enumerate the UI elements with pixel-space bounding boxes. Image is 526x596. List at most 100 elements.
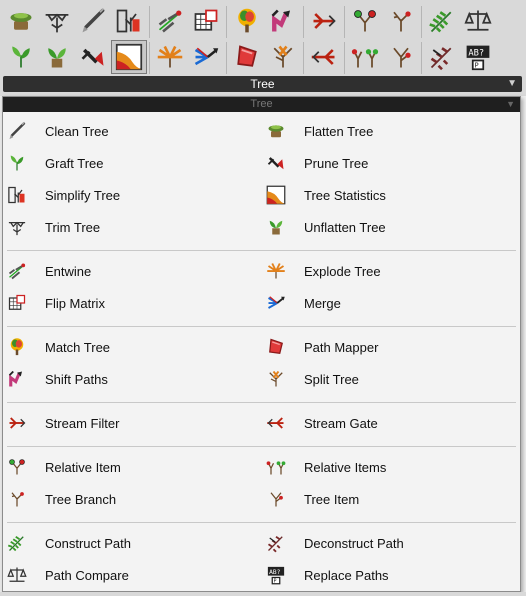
menu-item-tree-statistics[interactable]: Tree Statistics bbox=[266, 182, 516, 208]
toolbar-separator bbox=[226, 42, 227, 74]
menu-item-split-tree[interactable]: Split Tree bbox=[266, 366, 516, 392]
menu-item-label: Split Tree bbox=[304, 371, 359, 387]
menu-item-label: Path Compare bbox=[45, 567, 129, 583]
dropdown-header: Tree ▼ bbox=[3, 97, 520, 112]
path-compare-toolbar-button[interactable] bbox=[460, 4, 496, 38]
explode-tree-icon bbox=[267, 263, 285, 279]
tree-item-toolbar-button[interactable] bbox=[383, 40, 419, 74]
panel-title-bar[interactable]: Tree ▼ bbox=[3, 76, 522, 92]
menu-divider bbox=[7, 250, 516, 251]
menu-item-trim-tree[interactable]: Trim Tree bbox=[7, 214, 257, 240]
path-mapper-toolbar-button[interactable] bbox=[229, 40, 265, 74]
graft-tree-toolbar-button[interactable] bbox=[3, 40, 39, 74]
stream-filter-toolbar-button[interactable] bbox=[306, 4, 342, 38]
explode-tree-toolbar-button[interactable] bbox=[152, 40, 188, 74]
split-tree-toolbar-button[interactable] bbox=[265, 40, 301, 74]
menu-divider bbox=[7, 402, 516, 403]
menu-item-label: Relative Items bbox=[304, 459, 387, 475]
menu-item-label: Tree Statistics bbox=[304, 187, 386, 203]
deconstruct-path-icon bbox=[430, 47, 452, 71]
graft-tree-icon bbox=[12, 46, 30, 68]
menu-item-construct-path[interactable]: Construct Path bbox=[7, 530, 257, 556]
menu-item-replace-paths[interactable]: AB? P Replace Paths bbox=[266, 562, 516, 588]
trim-tree-toolbar-button[interactable] bbox=[39, 4, 75, 38]
match-tree-icon bbox=[238, 8, 256, 33]
menu-divider bbox=[7, 446, 516, 447]
menu-item-label: Tree Item bbox=[304, 491, 360, 507]
menu-item-relative-item[interactable]: Relative Item bbox=[7, 454, 257, 480]
entwine-toolbar-button[interactable] bbox=[152, 4, 188, 38]
simplify-tree-toolbar-button[interactable] bbox=[111, 4, 147, 38]
menu-item-label: Shift Paths bbox=[45, 371, 108, 387]
menu-item-deconstruct-path[interactable]: Deconstruct Path bbox=[266, 530, 516, 556]
flatten-tree-icon bbox=[268, 125, 284, 138]
toolbar-separator bbox=[149, 6, 150, 38]
tree-item-icon bbox=[393, 47, 411, 68]
menu-item-explode-tree[interactable]: Explode Tree bbox=[266, 258, 516, 284]
deconstruct-path-icon bbox=[267, 535, 283, 553]
merge-icon bbox=[268, 296, 285, 309]
menu-item-simplify-tree[interactable]: Simplify Tree bbox=[7, 182, 257, 208]
menu-item-path-compare[interactable]: Path Compare bbox=[7, 562, 257, 588]
menu-item-prune-tree[interactable]: Prune Tree bbox=[266, 150, 516, 176]
dropdown-header-title: Tree bbox=[250, 98, 273, 110]
replace-paths-toolbar-button[interactable]: AB? P bbox=[460, 40, 496, 74]
svg-text:AB?: AB? bbox=[468, 48, 484, 58]
toolbar-separator bbox=[421, 42, 422, 74]
menu-item-label: Merge bbox=[304, 295, 341, 311]
menu-item-tree-branch[interactable]: Tree Branch bbox=[7, 486, 257, 512]
graft-tree-icon bbox=[10, 155, 24, 171]
stream-filter-icon bbox=[313, 13, 336, 29]
menu-item-stream-gate[interactable]: Stream Gate bbox=[266, 410, 516, 436]
menu-item-label: Construct Path bbox=[45, 535, 131, 551]
tree-statistics-toolbar-button[interactable] bbox=[111, 40, 147, 74]
menu-item-relative-items[interactable]: Relative Items bbox=[266, 454, 516, 480]
menu-item-unflatten-tree[interactable]: Unflatten Tree bbox=[266, 214, 516, 240]
entwine-icon bbox=[8, 263, 26, 280]
prune-tree-toolbar-button[interactable] bbox=[75, 40, 111, 74]
menu-item-flip-matrix[interactable]: Flip Matrix bbox=[7, 290, 257, 316]
relative-item-toolbar-button[interactable] bbox=[347, 4, 383, 38]
relative-items-toolbar-button[interactable] bbox=[347, 40, 383, 74]
menu-item-label: Tree Branch bbox=[45, 491, 117, 507]
merge-toolbar-button[interactable] bbox=[188, 40, 224, 74]
construct-path-toolbar-button[interactable] bbox=[424, 4, 460, 38]
unflatten-tree-icon bbox=[48, 48, 66, 68]
expand-arrow-icon[interactable]: ▼ bbox=[507, 76, 517, 92]
replace-paths-icon: AB? P bbox=[466, 45, 490, 71]
toolbar-row-2: AB? P bbox=[3, 40, 496, 76]
construct-path-icon bbox=[7, 535, 24, 552]
menu-item-label: Path Mapper bbox=[304, 339, 379, 355]
path-compare-icon bbox=[7, 567, 27, 582]
deconstruct-path-toolbar-button[interactable] bbox=[424, 40, 460, 74]
trim-tree-icon bbox=[8, 221, 26, 236]
menu-item-path-mapper[interactable]: Path Mapper bbox=[266, 334, 516, 360]
shift-paths-toolbar-button[interactable] bbox=[265, 4, 301, 38]
clean-tree-toolbar-button[interactable] bbox=[75, 4, 111, 38]
stream-gate-toolbar-button[interactable] bbox=[306, 40, 342, 74]
stream-gate-icon bbox=[311, 49, 335, 65]
menu-item-entwine[interactable]: Entwine bbox=[7, 258, 257, 284]
tree-item-icon bbox=[270, 492, 283, 507]
menu-item-merge[interactable]: Merge bbox=[266, 290, 516, 316]
flatten-tree-toolbar-button[interactable] bbox=[3, 4, 39, 38]
simplify-tree-icon bbox=[116, 9, 140, 33]
menu-item-match-tree[interactable]: Match Tree bbox=[7, 334, 257, 360]
tree-branch-toolbar-button[interactable] bbox=[383, 4, 419, 38]
menu-divider bbox=[7, 522, 516, 523]
toolbar-separator bbox=[421, 6, 422, 38]
menu-item-graft-tree[interactable]: Graft Tree bbox=[7, 150, 257, 176]
toolbar-separator bbox=[344, 6, 345, 38]
match-tree-toolbar-button[interactable] bbox=[229, 4, 265, 38]
path-compare-icon bbox=[464, 10, 492, 31]
flatten-tree-icon bbox=[10, 13, 32, 30]
flip-matrix-toolbar-button[interactable] bbox=[188, 4, 224, 38]
menu-item-shift-paths[interactable]: Shift Paths bbox=[7, 366, 257, 392]
menu-item-flatten-tree[interactable]: Flatten Tree bbox=[266, 118, 516, 144]
menu-item-stream-filter[interactable]: Stream Filter bbox=[7, 410, 257, 436]
toolbar-separator bbox=[344, 42, 345, 74]
unflatten-tree-toolbar-button[interactable] bbox=[39, 40, 75, 74]
menu-item-clean-tree[interactable]: Clean Tree bbox=[7, 118, 257, 144]
path-mapper-icon bbox=[269, 338, 283, 354]
menu-item-tree-item[interactable]: Tree Item bbox=[266, 486, 516, 512]
